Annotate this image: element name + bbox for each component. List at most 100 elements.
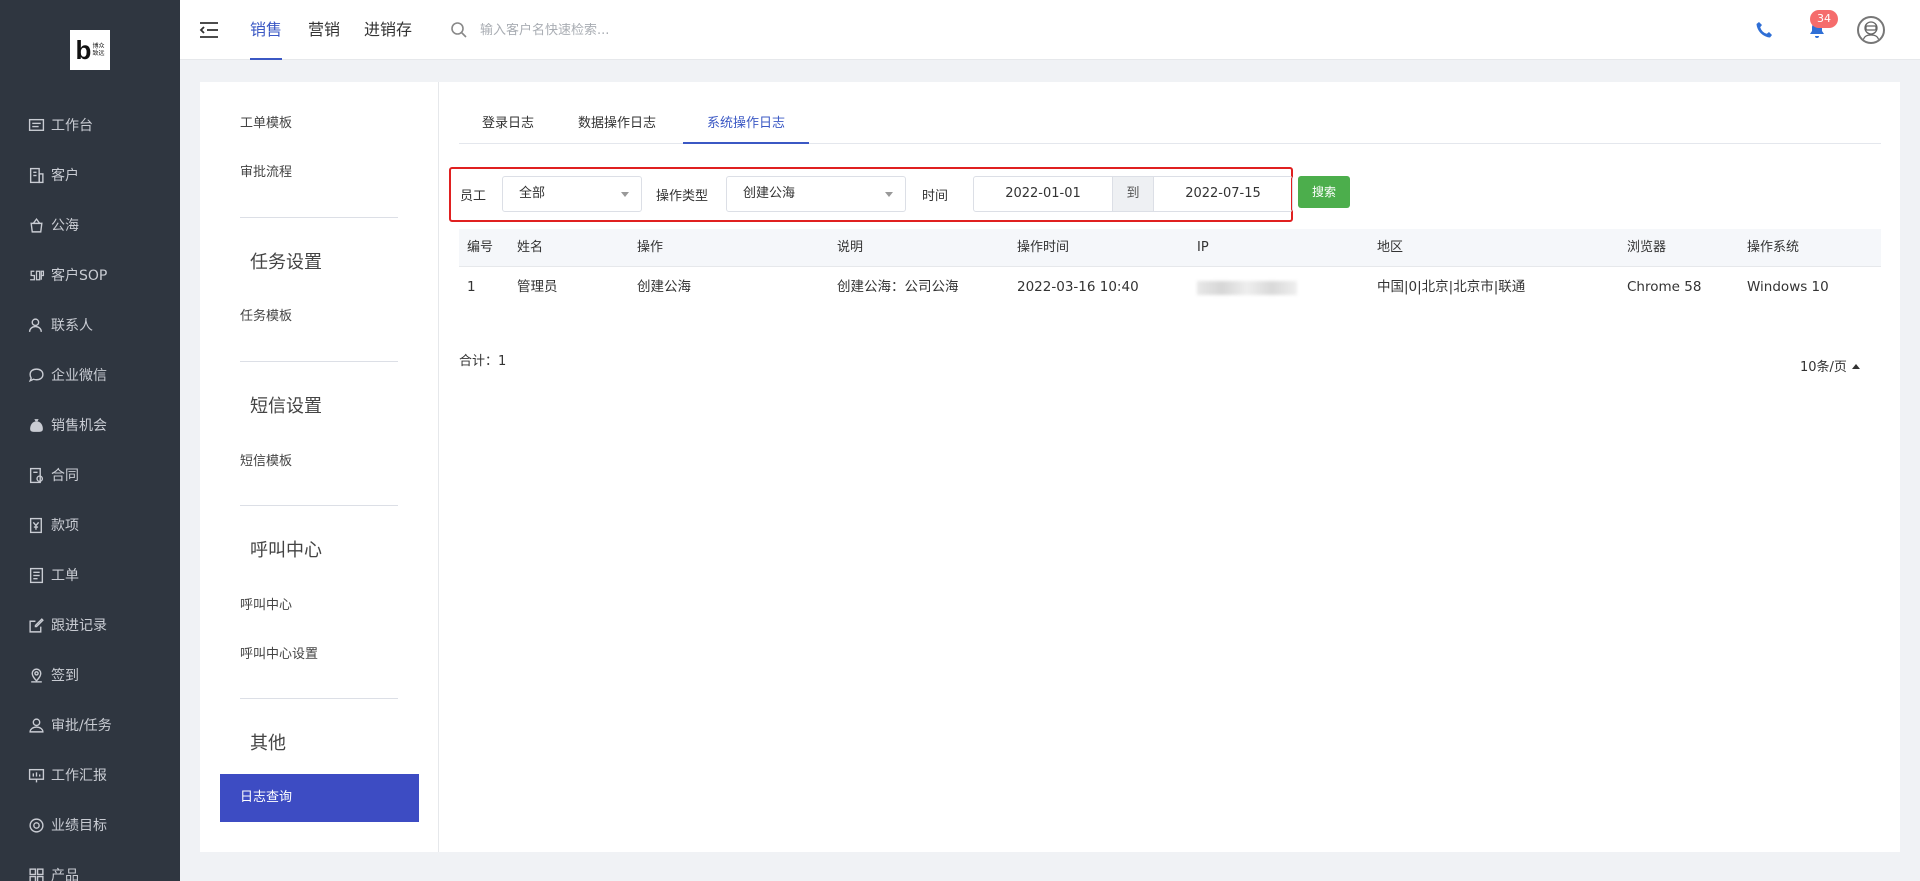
- tab-system-operation-log[interactable]: 系统操作日志: [683, 106, 809, 144]
- log-table: 编号 姓名 操作 说明 操作时间 IP 地区 浏览器 操作系统 1 管理员 创建…: [459, 229, 1881, 307]
- table-row[interactable]: 1 管理员 创建公海 创建公海：公司公海 2022-03-16 10:40 中国…: [459, 267, 1881, 307]
- column-header: 浏览器: [1627, 240, 1667, 255]
- filter-bar: 员工 全部 操作类型 创建公海 时间 2022-01-01 到 2022-07-…: [449, 167, 1293, 222]
- employee-select[interactable]: 全部: [502, 176, 642, 212]
- sidebar-item-label: 工单: [51, 568, 79, 584]
- content-card: 工单模板 审批流程 任务设置 任务模板 短信设置 短信模板 呼叫中心 呼叫中心 …: [200, 82, 1900, 852]
- building-icon: [29, 167, 44, 183]
- phone-icon[interactable]: [1754, 20, 1774, 40]
- total-count: 合计：1: [459, 354, 507, 369]
- column-header: 操作: [637, 240, 664, 255]
- sidebar-item-dashboard[interactable]: 工作台: [0, 100, 180, 150]
- settings-nav: 工单模板 审批流程 任务设置 任务模板 短信设置 短信模板 呼叫中心 呼叫中心 …: [200, 82, 439, 852]
- settings-item-task-template[interactable]: 任务模板: [240, 305, 292, 324]
- sidebar-item-ticket[interactable]: 工单: [0, 550, 180, 600]
- sidebar-item-wecom[interactable]: 企业微信: [0, 350, 180, 400]
- sidebar-item-payment[interactable]: 款项: [0, 500, 180, 550]
- settings-divider: [240, 361, 398, 362]
- sidebar-item-label: 审批/任务: [51, 718, 112, 734]
- sidebar-item-label: 款项: [51, 518, 79, 534]
- logo-mark: b: [75, 35, 92, 65]
- time-label: 时间: [922, 189, 949, 204]
- settings-group-task: 任务设置: [250, 252, 322, 273]
- sidebar-item-report[interactable]: 工作汇报: [0, 750, 180, 800]
- settings-item-log-query[interactable]: 日志查询: [220, 774, 419, 822]
- product-icon: [29, 867, 44, 881]
- sidebar-item-label: 客户SOP: [51, 268, 108, 284]
- tab-data-operation-log[interactable]: 数据操作日志: [573, 106, 661, 144]
- ip-redacted: [1197, 281, 1297, 295]
- sidebar-item-target[interactable]: 业绩目标: [0, 800, 180, 850]
- sidebar-item-label: 企业微信: [51, 368, 107, 384]
- sidebar-item-label: 产品: [51, 868, 79, 881]
- location-icon: [31, 667, 42, 683]
- settings-item-call-center[interactable]: 呼叫中心: [240, 594, 292, 613]
- settings-divider: [240, 217, 398, 218]
- app-root: b 博众 致远 工作台 客户 公海 客户SOP 联系人 企业微信 销售机会 合同…: [0, 0, 1920, 881]
- table-cell: 2022-03-16 10:40: [1017, 279, 1139, 295]
- app-logo[interactable]: b 博众 致远: [70, 30, 110, 70]
- column-header: 操作系统: [1747, 240, 1800, 255]
- chevron-down-icon: [885, 192, 893, 197]
- page-size-value: 10条/页: [1800, 360, 1847, 375]
- chevron-down-icon: [621, 192, 629, 197]
- search-button[interactable]: 搜索: [1298, 176, 1350, 208]
- table-cell: Chrome 58: [1627, 279, 1702, 295]
- sidebar-item-label: 公海: [51, 218, 79, 234]
- top-tab-inventory[interactable]: 进销存: [364, 0, 412, 60]
- contract-icon: [29, 467, 44, 483]
- main-nav: 工作台 客户 公海 客户SOP 联系人 企业微信 销售机会 合同 款项 工单 跟…: [0, 100, 180, 881]
- approval-icon: [29, 717, 44, 733]
- chat-icon: [28, 367, 44, 382]
- date-to-input[interactable]: 2022-07-15: [1153, 176, 1293, 212]
- pool-icon: [30, 217, 43, 233]
- sidebar-item-follow-up[interactable]: 跟进记录: [0, 600, 180, 650]
- column-header: 编号: [467, 240, 494, 255]
- sidebar-item-label: 业绩目标: [51, 818, 107, 834]
- operation-type-select-value: 创建公海: [743, 186, 796, 201]
- sidebar-item-check-in[interactable]: 签到: [0, 650, 180, 700]
- sidebar-item-contacts[interactable]: 联系人: [0, 300, 180, 350]
- sidebar-item-approval[interactable]: 审批/任务: [0, 700, 180, 750]
- employee-select-value: 全部: [519, 186, 546, 201]
- monitor-icon: [28, 118, 45, 131]
- edit-icon: [29, 617, 44, 633]
- menu-collapse-icon[interactable]: [198, 20, 220, 40]
- sidebar-item-label: 跟进记录: [51, 618, 107, 634]
- table-cell: 管理员: [517, 279, 558, 295]
- operation-type-label: 操作类型: [656, 189, 709, 204]
- log-tabs: 登录日志 数据操作日志 系统操作日志: [459, 106, 1881, 144]
- settings-item-ticket-template[interactable]: 工单模板: [240, 112, 292, 131]
- search-input[interactable]: [480, 22, 780, 38]
- settings-item-sms-template[interactable]: 短信模板: [240, 450, 292, 469]
- date-from-input[interactable]: 2022-01-01: [973, 176, 1113, 212]
- employee-label: 员工: [460, 189, 487, 204]
- column-header: IP: [1197, 240, 1209, 255]
- top-tab-sales[interactable]: 销售: [250, 0, 283, 60]
- sidebar-item-opportunity[interactable]: 销售机会: [0, 400, 180, 450]
- settings-group-call-center: 呼叫中心: [250, 540, 322, 561]
- table-cell: 创建公海：公司公海: [837, 279, 959, 295]
- settings-item-call-center-settings[interactable]: 呼叫中心设置: [240, 643, 318, 662]
- top-tab-marketing[interactable]: 营销: [308, 0, 340, 60]
- column-header: 操作时间: [1017, 240, 1070, 255]
- table-header: 编号 姓名 操作 说明 操作时间 IP 地区 浏览器 操作系统: [459, 229, 1881, 267]
- ticket-icon: [29, 567, 44, 583]
- main-sidebar: b 博众 致远 工作台 客户 公海 客户SOP 联系人 企业微信 销售机会 合同…: [0, 0, 180, 881]
- settings-group-other: 其他: [250, 733, 286, 754]
- table-cell: 中国|0|北京|北京市|联通: [1377, 279, 1526, 295]
- sidebar-item-public-pool[interactable]: 公海: [0, 200, 180, 250]
- operation-type-select[interactable]: 创建公海: [726, 176, 906, 212]
- sidebar-item-contract[interactable]: 合同: [0, 450, 180, 500]
- settings-item-approval-flow[interactable]: 审批流程: [240, 161, 292, 180]
- sidebar-item-label: 工作汇报: [51, 768, 107, 784]
- user-avatar[interactable]: [1857, 16, 1885, 44]
- page-size-select[interactable]: 10条/页: [1800, 356, 1860, 375]
- settings-divider: [240, 505, 398, 506]
- sidebar-item-customer-sop[interactable]: 客户SOP: [0, 250, 180, 300]
- sidebar-item-customer[interactable]: 客户: [0, 150, 180, 200]
- sidebar-item-label: 客户: [51, 168, 79, 184]
- sidebar-item-product[interactable]: 产品: [0, 850, 180, 881]
- tab-login-log[interactable]: 登录日志: [477, 106, 539, 144]
- column-header: 姓名: [517, 240, 544, 255]
